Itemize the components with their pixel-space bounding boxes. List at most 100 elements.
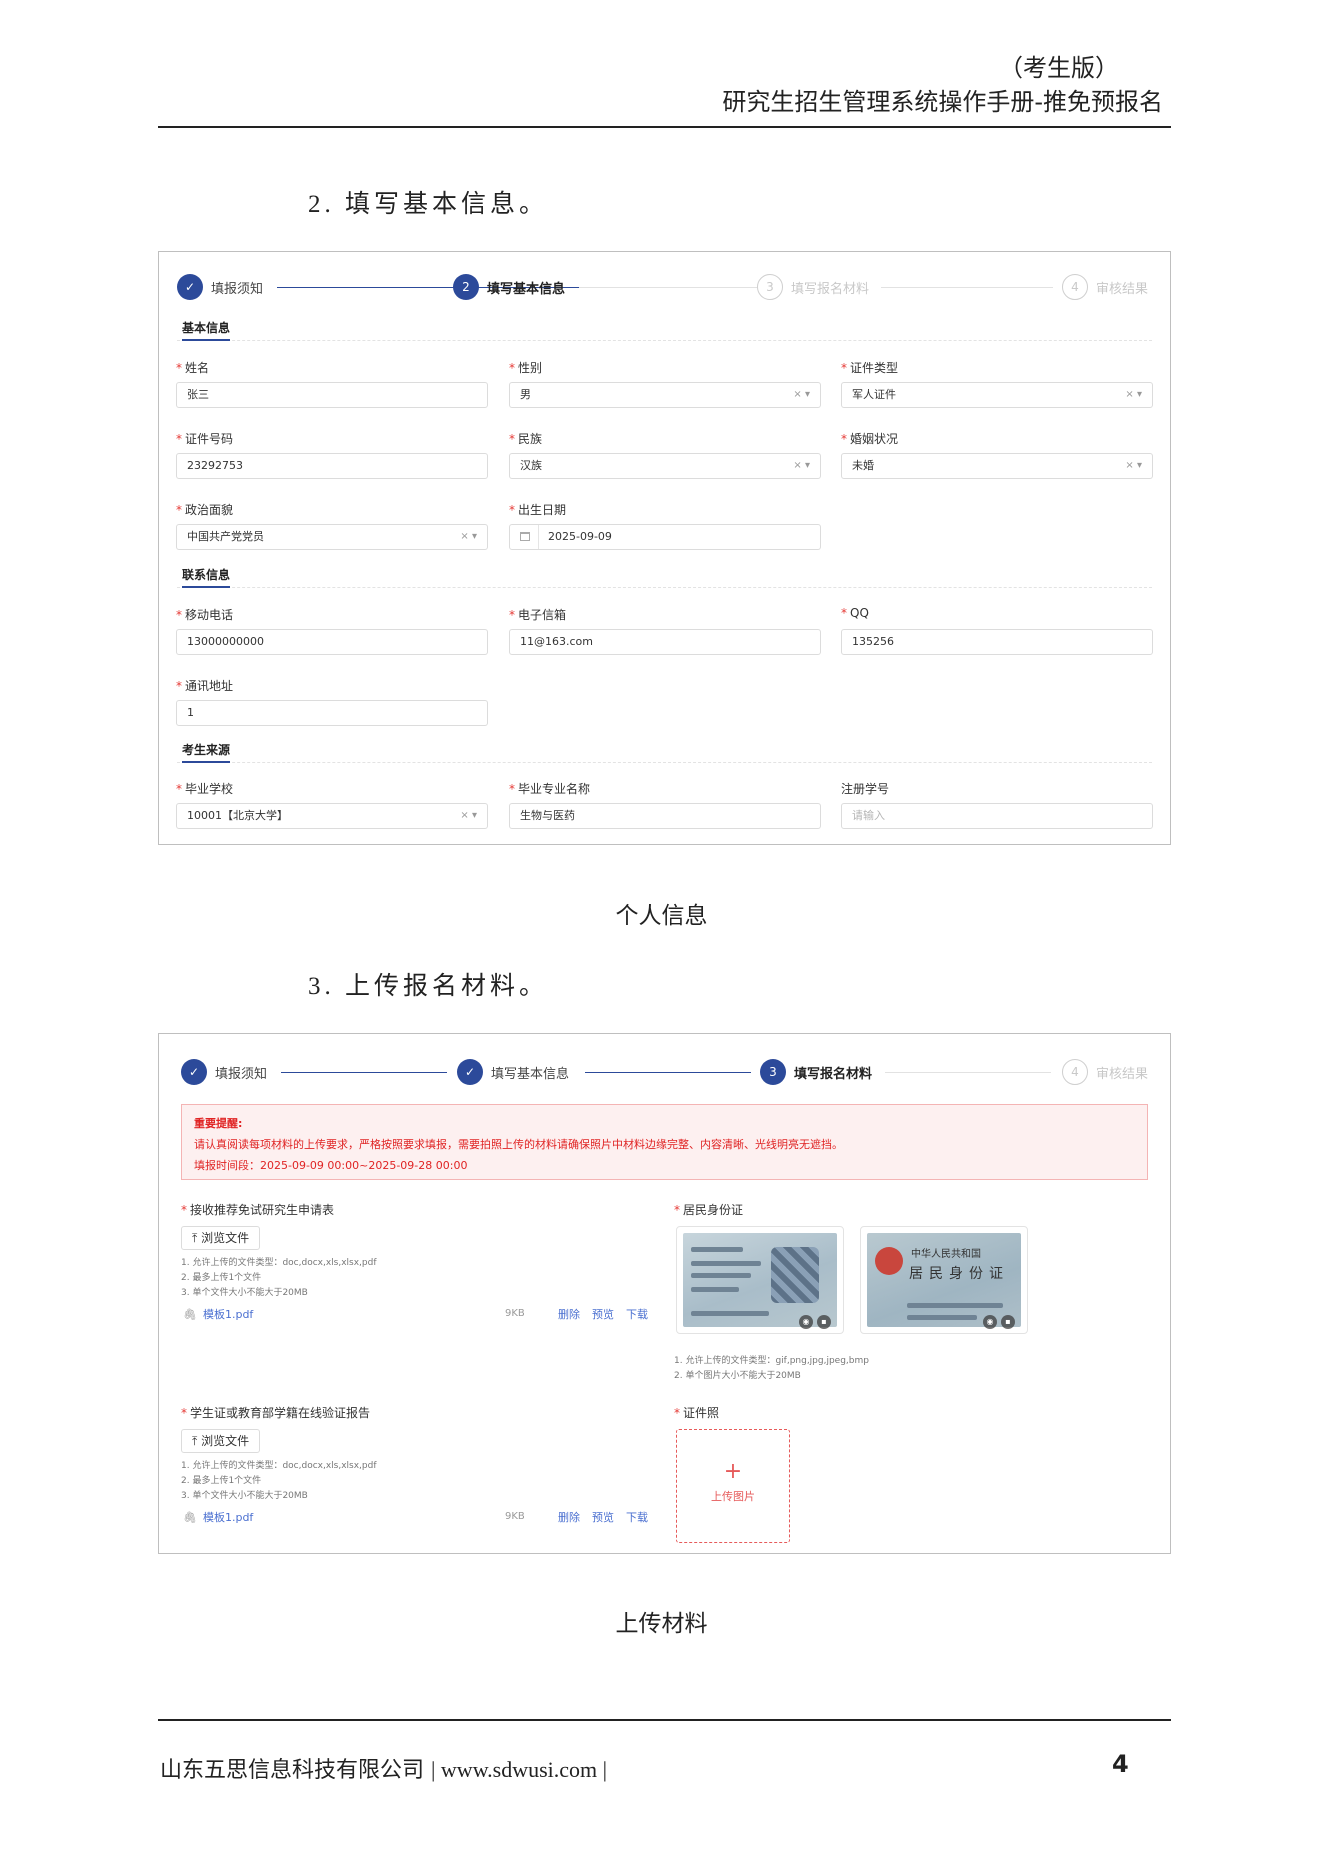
browse-button[interactable]: ⤒ 浏览文件 xyxy=(181,1429,261,1453)
file-size: 9KB xyxy=(505,1511,525,1522)
step-connector xyxy=(281,1072,447,1073)
step-notice[interactable]: ✓ 填报须知 xyxy=(181,1059,267,1085)
qq-input[interactable]: 135256 xyxy=(841,629,1153,655)
school-label: * 毕业学校 xyxy=(176,782,234,796)
step-basic-info[interactable]: 2 填写基本信息 xyxy=(453,274,565,300)
file-size: 9KB xyxy=(505,1308,525,1319)
school-select[interactable]: 10001【北京大学】 × ▾ xyxy=(176,803,488,829)
trash-icon[interactable]: ▪ xyxy=(817,1315,831,1329)
important-notice: 重要提醒: 请认真阅读每项材料的上传要求，严格按照要求填报，需要拍照上传的材料请… xyxy=(181,1104,1148,1180)
step-materials[interactable]: 3 填写报名材料 xyxy=(760,1059,872,1085)
progress-steps: ✓ 填报须知 ✓ 填写基本信息 3 填写报名材料 4 审核结果 xyxy=(159,1052,1170,1092)
section-contact: 联系信息 xyxy=(177,565,1152,588)
section-source: 考生来源 xyxy=(177,740,1152,763)
email-label: * 电子信箱 xyxy=(509,608,567,622)
eye-icon[interactable]: ◉ xyxy=(983,1315,997,1329)
address-input[interactable]: 1 xyxy=(176,700,488,726)
check-icon: ✓ xyxy=(457,1059,483,1085)
preview-link[interactable]: 预览 xyxy=(592,1509,614,1525)
application-label: * 接收推荐免试研究生申请表 xyxy=(181,1203,335,1217)
section-basic: 基本信息 xyxy=(177,318,1152,341)
reg-no-label: 注册学号 xyxy=(841,782,890,796)
major-label: * 毕业专业名称 xyxy=(509,782,591,796)
step-basic-info[interactable]: ✓ 填写基本信息 xyxy=(457,1059,569,1085)
download-link[interactable]: 下载 xyxy=(626,1509,648,1525)
upload-screenshot: ✓ 填报须知 ✓ 填写基本信息 3 填写报名材料 4 审核结果 重要提醒: 请认… xyxy=(158,1033,1171,1554)
check-icon: ✓ xyxy=(181,1059,207,1085)
eye-icon[interactable]: ◉ xyxy=(799,1315,813,1329)
doc-title: 研究生招生管理系统操作手册-推免预报名 xyxy=(722,88,1163,116)
clear-dropdown-icon: × ▾ xyxy=(1125,460,1142,471)
check-icon: ✓ xyxy=(177,274,203,300)
address-label: * 通讯地址 xyxy=(176,679,234,693)
doc-upload-hint: 1. 允许上传的文件类型：doc,docx,xls,xlsx,pdf 2. 最多上… xyxy=(181,1258,377,1298)
trash-icon[interactable]: ▪ xyxy=(1001,1315,1015,1329)
caption-upload: 上传材料 xyxy=(615,1611,708,1637)
ethnicity-select[interactable]: 汉族 × ▾ xyxy=(509,453,821,479)
name-input[interactable]: 张三 xyxy=(176,382,488,408)
clear-dropdown-icon: × ▾ xyxy=(793,460,810,471)
paperclip-icon: 🖇 xyxy=(183,1511,197,1524)
step-result[interactable]: 4 审核结果 xyxy=(1062,1059,1148,1085)
id-type-select[interactable]: 军人证件 × ▾ xyxy=(841,382,1153,408)
clear-dropdown-icon: × ▾ xyxy=(1125,389,1142,400)
political-select[interactable]: 中国共产党党员 × ▾ xyxy=(176,524,488,550)
upload-icon: ⤒ xyxy=(192,1231,198,1245)
clear-dropdown-icon: × ▾ xyxy=(460,810,477,821)
step-connector xyxy=(881,287,1053,288)
uploaded-file[interactable]: 🖇 模板1.pdf xyxy=(183,1509,253,1525)
upload-icon: ⤒ xyxy=(192,1434,198,1448)
clear-dropdown-icon: × ▾ xyxy=(460,531,477,542)
delete-link[interactable]: 删除 xyxy=(558,1306,580,1322)
student-card-label: * 学生证或教育部学籍在线验证报告 xyxy=(181,1406,371,1420)
qq-label: * QQ xyxy=(841,606,869,620)
preview-link[interactable]: 预览 xyxy=(592,1306,614,1322)
mobile-input[interactable]: 13000000000 xyxy=(176,629,488,655)
id-number-label: * 证件号码 xyxy=(176,432,234,446)
mobile-label: * 移动电话 xyxy=(176,608,234,622)
step-notice[interactable]: ✓ 填报须知 xyxy=(177,274,263,300)
photo-label: * 证件照 xyxy=(674,1406,720,1420)
image-upload-hint: 1. 允许上传的文件类型：gif,png,jpg,jpeg,bmp 2. 单个图片… xyxy=(674,1356,869,1381)
id-type-label: * 证件类型 xyxy=(841,361,899,375)
marital-label: * 婚姻状况 xyxy=(841,432,899,446)
doc-upload-hint: 1. 允许上传的文件类型：doc,docx,xls,xlsx,pdf 2. 最多上… xyxy=(181,1461,377,1501)
email-input[interactable]: 11@163.com xyxy=(509,629,821,655)
step-connector xyxy=(579,287,774,288)
national-emblem-icon xyxy=(875,1247,903,1275)
caption-basic-info: 个人信息 xyxy=(615,903,708,929)
footer-company: 山东五思信息科技有限公司 | www.sdwusi.com | xyxy=(160,1757,608,1783)
step-result[interactable]: 4 审核结果 xyxy=(1062,274,1148,300)
uploaded-file[interactable]: 🖇 模板1.pdf xyxy=(183,1306,253,1322)
step-connector xyxy=(885,1072,1051,1073)
clear-dropdown-icon: × ▾ xyxy=(793,389,810,400)
calendar-icon xyxy=(520,532,530,541)
upload-photo-button[interactable]: + 上传图片 xyxy=(676,1429,790,1543)
major-input[interactable]: 生物与医药 xyxy=(509,803,821,829)
progress-steps: ✓ 填报须知 2 填写基本信息 3 填写报名材料 4 审核结果 xyxy=(159,267,1170,307)
gender-label: * 性别 xyxy=(509,361,543,375)
header-divider xyxy=(158,126,1171,128)
birth-date-picker[interactable]: 2025-09-09 xyxy=(509,524,821,550)
step-connector xyxy=(585,1072,751,1073)
footer-divider xyxy=(158,1719,1171,1721)
download-link[interactable]: 下载 xyxy=(626,1306,648,1322)
browse-button[interactable]: ⤒ 浏览文件 xyxy=(181,1226,261,1250)
id-number-input[interactable]: 23292753 xyxy=(176,453,488,479)
gender-select[interactable]: 男 × ▾ xyxy=(509,382,821,408)
blurred-portrait xyxy=(771,1247,819,1303)
id-card-label: * 居民身份证 xyxy=(674,1203,744,1217)
id-card-front-image[interactable]: ◉ ▪ xyxy=(676,1226,844,1334)
step-materials[interactable]: 3 填写报名材料 xyxy=(757,274,869,300)
marital-select[interactable]: 未婚 × ▾ xyxy=(841,453,1153,479)
ethnicity-label: * 民族 xyxy=(509,432,543,446)
page-number: 4 xyxy=(1112,1750,1129,1778)
doc-subtitle: （考生版） xyxy=(999,54,1119,82)
reg-no-input[interactable]: 请输入 xyxy=(841,803,1153,829)
id-card-back-image[interactable]: 中华人民共和国 居民身份证 ◉ ▪ xyxy=(860,1226,1028,1334)
section-heading-upload: 3. 上传报名材料。 xyxy=(308,973,549,1000)
plus-icon: + xyxy=(723,1459,743,1484)
name-label: * 姓名 xyxy=(176,361,210,375)
delete-link[interactable]: 删除 xyxy=(558,1509,580,1525)
paperclip-icon: 🖇 xyxy=(183,1308,197,1321)
